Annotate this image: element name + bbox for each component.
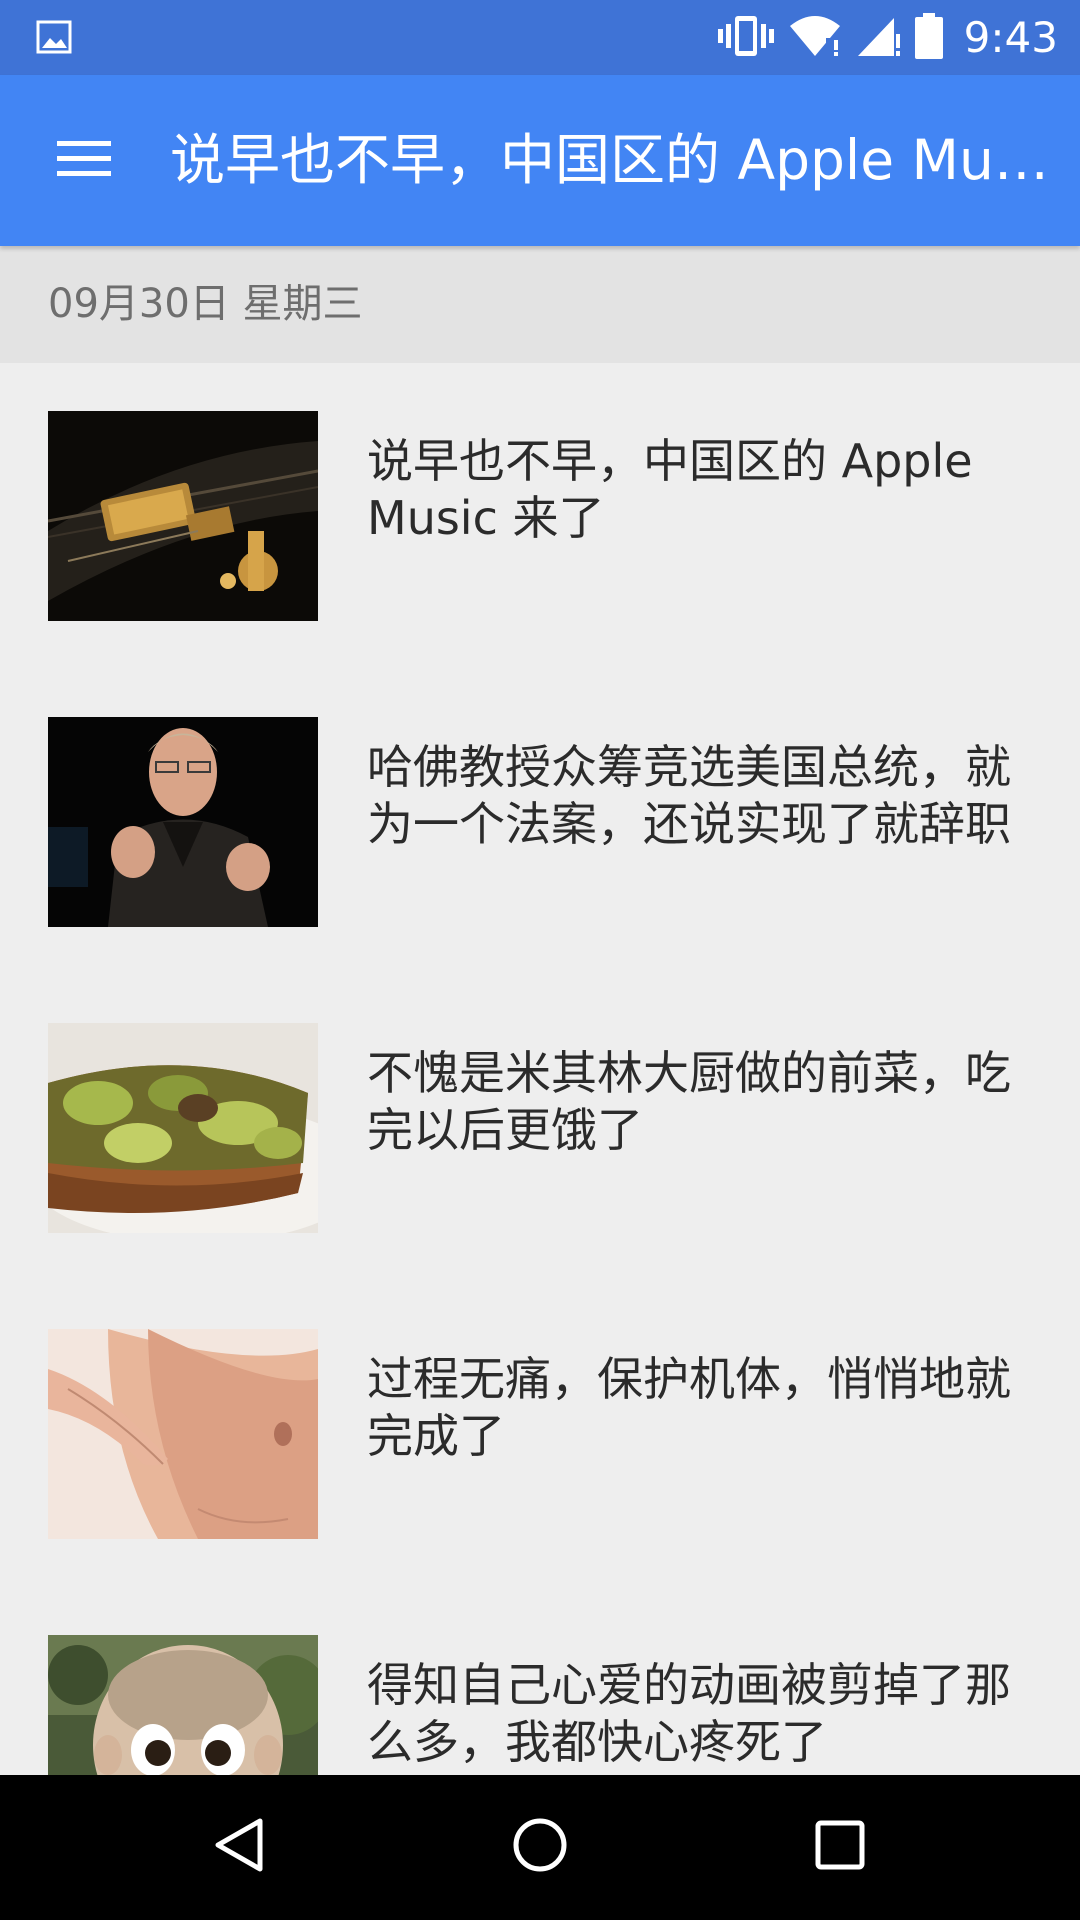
list-item[interactable]: 说早也不早，中国区的 Apple Music 来了 [0,363,1080,669]
list-item[interactable]: 哈佛教授众筹竞选美国总统，就为一个法案，还说实现了就辞职 [0,669,1080,975]
page-title: 说早也不早，中国区的 Apple Music 来了 [170,128,1075,192]
professor-photo [48,717,318,927]
list-item[interactable]: 过程无痛，保护机体，悄悄地就完成了 [0,1281,1080,1587]
article-title: 说早也不早，中国区的 Apple Music 来了 [367,434,973,545]
home-button[interactable] [490,1797,590,1897]
status-time: 9:43 [963,13,1058,62]
image-notification-icon [36,18,72,56]
abdomen-photo [48,1329,318,1539]
recents-button[interactable] [790,1797,890,1897]
article-title: 不愧是米其林大厨做的前菜，吃完以后更饿了 [367,1046,1011,1157]
home-icon [510,1815,570,1879]
animated-boy-photo [48,1635,318,1775]
article-title: 哈佛教授众筹竞选美国总统，就为一个法案，还说实现了就辞职 [367,740,1011,851]
article-list[interactable]: 说早也不早，中国区的 Apple Music 来了 哈佛教授众筹竞选美国总统，就… [0,363,1080,1775]
guitar-photo [48,411,318,621]
wifi-icon [788,14,842,62]
list-item[interactable]: 不愧是米其林大厨做的前菜，吃完以后更饿了 [0,975,1080,1281]
back-icon [210,1815,270,1879]
menu-button[interactable] [36,119,132,203]
article-title: 得知自己心爱的动画被剪掉了那么多，我都快心疼死了 [367,1658,1011,1769]
menu-icon [55,137,113,185]
date-header: 09月30日 星期三 [0,246,1080,363]
date-label: 09月30日 星期三 [48,281,363,327]
back-button[interactable] [190,1797,290,1897]
navigation-bar [0,1775,1080,1920]
app-bar: 说早也不早，中国区的 Apple Music 来了 [0,75,1080,246]
screen: 9:43 说早也不早，中国区的 Apple Music 来了 09月30日 星期… [0,0,1080,1920]
list-item[interactable]: 得知自己心爱的动画被剪掉了那么多，我都快心疼死了 [0,1587,1080,1775]
cell-signal-icon [856,14,900,62]
avocado-toast-photo [48,1023,318,1233]
status-bar: 9:43 [0,0,1080,75]
vibrate-icon [717,14,774,62]
battery-icon [914,12,944,63]
recents-icon [810,1815,870,1879]
article-title: 过程无痛，保护机体，悄悄地就完成了 [367,1352,1011,1463]
